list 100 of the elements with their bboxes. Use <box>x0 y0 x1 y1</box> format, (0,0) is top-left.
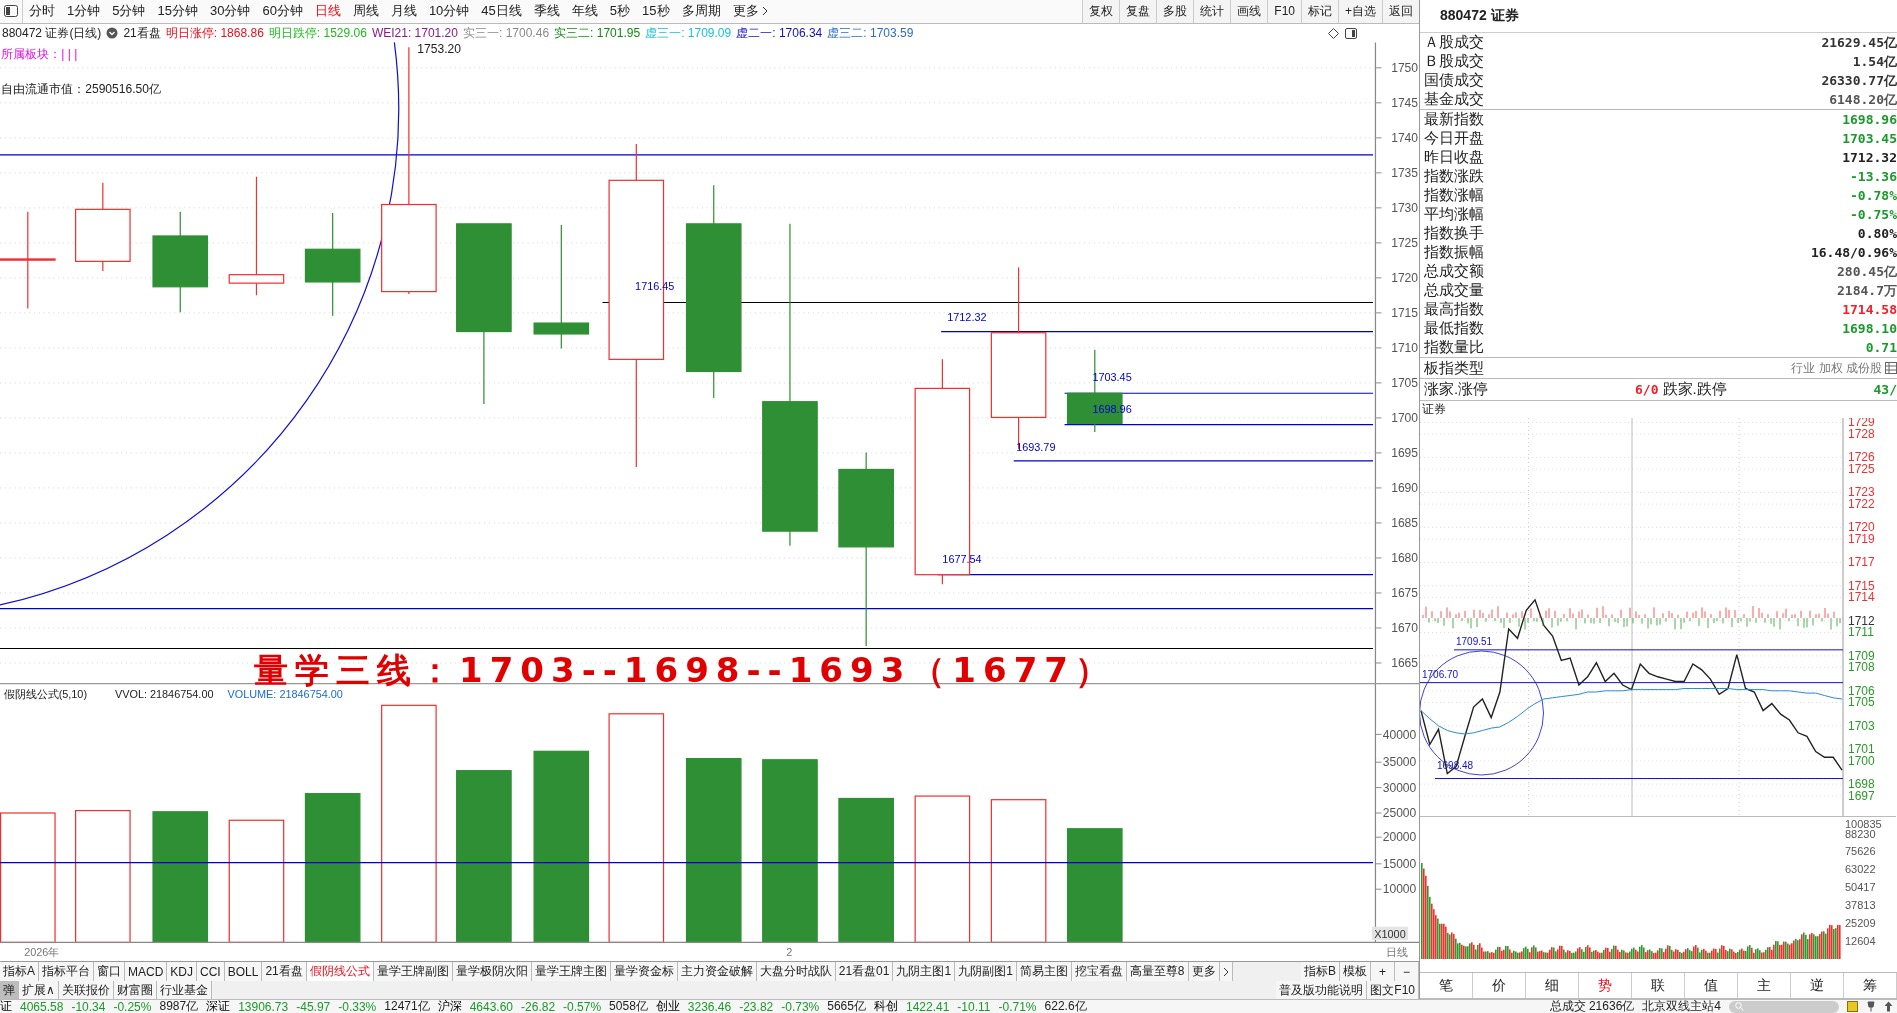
indicator-tab[interactable]: 指标平台 <box>39 962 94 982</box>
indicator-tab[interactable]: MACD <box>125 962 168 982</box>
chevron-icon <box>761 6 768 17</box>
axis-label: 1730 <box>1391 201 1419 216</box>
sub-tab[interactable]: 财富圈 <box>113 981 157 999</box>
period-tab[interactable]: 周线 <box>346 0 385 23</box>
indicator-value: 实三二: 1701.95 <box>554 24 641 42</box>
period-tab[interactable]: 45日线 <box>475 0 528 23</box>
index-quote: 4065.58 <box>20 1000 64 1013</box>
zoom-button[interactable]: + <box>1370 962 1395 982</box>
view-tab[interactable]: 联 <box>1632 973 1685 998</box>
index-type-value: 行业 加权 成份股 <box>1791 359 1882 377</box>
period-tab[interactable]: 15分钟 <box>151 0 204 23</box>
indicator-tab[interactable]: 量学极阴次阳 <box>452 962 532 982</box>
axis-label: 1750 <box>1391 61 1419 76</box>
quote-label: 指数涨幅 <box>1424 186 1484 205</box>
period-tab[interactable]: 季线 <box>527 0 566 23</box>
toolbar-button[interactable]: 复权 <box>1082 0 1120 23</box>
period-tab[interactable]: 15秒 <box>636 0 676 23</box>
axis-label: 1680 <box>1391 551 1419 566</box>
indicator-tab[interactable]: 更多 <box>1188 962 1220 982</box>
help-link[interactable]: 普及版功能说明 <box>1276 981 1368 999</box>
lock-icon[interactable] <box>1847 1001 1858 1012</box>
axis-label: 37813 <box>1845 899 1876 912</box>
sub-tab[interactable]: 关联报价 <box>58 981 114 999</box>
indicator-tab[interactable]: 窗口 <box>94 962 125 982</box>
view-tab[interactable]: 逆 <box>1791 973 1844 998</box>
indicator-tab[interactable]: KDJ <box>167 962 198 982</box>
period-tab[interactable]: 多周期 <box>675 0 727 23</box>
period-tab[interactable]: 1分钟 <box>61 0 107 23</box>
indicator-tab[interactable]: CCI <box>197 962 225 982</box>
indicator-tab[interactable]: 主力资金破解 <box>677 962 757 982</box>
period-tab[interactable]: 5分钟 <box>106 0 152 23</box>
indicator-tab[interactable]: 假阴线公式 <box>306 962 374 982</box>
panel-toggle-icon[interactable] <box>4 5 18 18</box>
period-tab[interactable]: 10分钟 <box>422 0 476 23</box>
axis-label: 10000 <box>1382 882 1417 897</box>
quote-label: 平均涨幅 <box>1424 205 1484 224</box>
pane-title: 假阴线公式(5,10) <box>3 688 88 701</box>
sub-tab[interactable]: 弹 <box>0 981 19 999</box>
sub-tab[interactable]: 扩展∧ <box>19 981 59 999</box>
quote-value: 21629.45亿 <box>1821 33 1897 52</box>
quote-value: 6/0 <box>1635 382 1659 397</box>
indicator-tab[interactable]: 指标A <box>0 962 39 982</box>
indicator-tab[interactable]: 九阴副图1 <box>955 962 1017 982</box>
template-tab[interactable]: 指标B <box>1300 962 1340 982</box>
board-label: 21看盘 <box>123 24 161 42</box>
indicator-tab[interactable]: BOLL <box>224 962 263 982</box>
zoom-button[interactable]: − <box>1395 962 1419 982</box>
view-tab[interactable]: 筹 <box>1844 973 1897 998</box>
sub-tab[interactable]: 行业基金 <box>156 981 212 999</box>
indicator-value: 实三一: 1700.46 <box>463 24 550 42</box>
search-field[interactable] <box>1729 1000 1839 1013</box>
up-arrow-icon[interactable] <box>1884 1001 1893 1012</box>
panel-toggle-icon[interactable] <box>1345 27 1357 39</box>
quote-label: 今日开盘 <box>1424 129 1484 148</box>
view-tab[interactable]: 值 <box>1685 973 1738 998</box>
period-tab[interactable]: 年线 <box>565 0 604 23</box>
view-tab[interactable]: 势 <box>1579 973 1632 998</box>
indicator-tab[interactable]: 21看盘 <box>262 962 307 982</box>
view-tab[interactable]: 价 <box>1473 973 1526 998</box>
indicator-tab[interactable]: 量学王牌副图 <box>373 962 453 982</box>
indicator-tab[interactable]: 高量至尊8 <box>1126 962 1189 982</box>
diamond-icon[interactable] <box>1328 27 1339 39</box>
quote-label: Ｂ股成交 <box>1424 52 1484 71</box>
grid-icon[interactable] <box>1885 362 1897 374</box>
dropdown-icon[interactable] <box>106 27 119 40</box>
indicator-tab[interactable]: 大盘分时战队 <box>756 962 836 982</box>
toolbar-button[interactable]: 返回 <box>1382 0 1419 23</box>
more-button[interactable]: 更多 <box>726 0 772 23</box>
toolbar-button[interactable]: 多股 <box>1156 0 1194 23</box>
toolbar-button[interactable]: F10 <box>1267 0 1301 23</box>
indicator-tab[interactable]: 简易主图 <box>1016 962 1072 982</box>
pin-icon[interactable] <box>1866 1001 1876 1012</box>
indicator-tab[interactable]: 21看盘01 <box>835 962 894 982</box>
quote-value: 1714.58 <box>1842 302 1897 317</box>
indicator-tab[interactable]: 挖宝看盘 <box>1071 962 1127 982</box>
indicator-tab[interactable]: 量学资金标 <box>610 962 678 982</box>
period-tab[interactable]: 日线 <box>308 0 347 23</box>
axis-label: 1720 <box>1391 271 1419 286</box>
period-tab[interactable]: 分时 <box>23 0 61 23</box>
toolbar-button[interactable]: 复盘 <box>1119 0 1157 23</box>
period-tab[interactable]: 5秒 <box>603 0 637 23</box>
help-link[interactable]: 图文F10 <box>1367 981 1419 999</box>
indicator-tab[interactable]: 量学王牌主图 <box>531 962 611 982</box>
quote-label: 指数量比 <box>1424 338 1484 357</box>
view-tab[interactable]: 主 <box>1738 973 1791 998</box>
toolbar-button[interactable]: 画线 <box>1230 0 1268 23</box>
template-tab[interactable]: 模板 <box>1339 962 1371 982</box>
indicator-value: 虚三二: 1703.59 <box>827 24 914 42</box>
toolbar-button[interactable]: 标记 <box>1301 0 1338 23</box>
indicator-tab[interactable]: 九阴主图1 <box>893 962 956 982</box>
toolbar-button[interactable]: +自选 <box>1338 0 1382 23</box>
period-tab[interactable]: 30分钟 <box>203 0 257 23</box>
period-tab[interactable]: 月线 <box>384 0 423 23</box>
axis-label: 1711 <box>1848 625 1874 640</box>
toolbar-button[interactable]: 统计 <box>1193 0 1231 23</box>
view-tab[interactable]: 细 <box>1526 973 1579 998</box>
period-tab[interactable]: 60分钟 <box>256 0 309 23</box>
view-tab[interactable]: 笔 <box>1420 973 1473 998</box>
